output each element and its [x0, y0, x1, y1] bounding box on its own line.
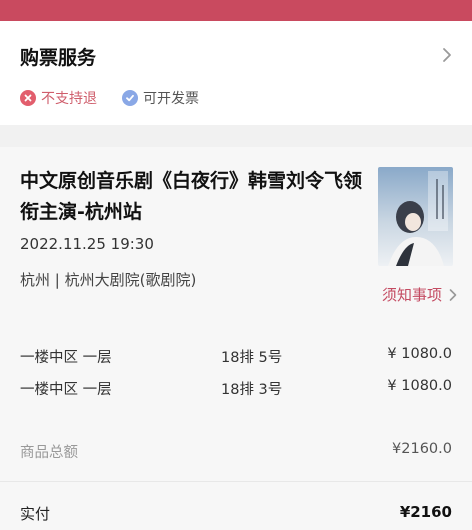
refund-policy-tag: 不支持退	[20, 88, 97, 108]
ticket-seat: 18排 5号	[221, 350, 283, 366]
check-circle-icon	[122, 90, 138, 106]
refund-policy-label: 不支持退	[41, 91, 97, 107]
invoice-tag: 可开发票	[122, 88, 199, 108]
ticket-service-section[interactable]: 购票服务 不支持退 可开发票	[0, 21, 472, 125]
chevron-right-icon	[449, 288, 457, 301]
paid-value: ¥2160	[399, 503, 452, 521]
ticket-row: 一楼中区 一层 18排 5号 ¥ 1080.0	[20, 346, 452, 368]
show-datetime: 2022.11.25 19:30	[20, 235, 154, 253]
subtotal-value: ¥2160.0	[392, 441, 452, 457]
show-title[interactable]: 中文原创音乐剧《白夜行》韩雪刘令飞领衔主演-杭州站	[20, 166, 365, 228]
paid-label: 实付	[20, 505, 51, 523]
subtotal-label: 商品总额	[20, 445, 78, 461]
subtotal-row: 商品总额 ¥2160.0	[20, 441, 452, 463]
chevron-right-icon[interactable]	[438, 46, 456, 64]
show-poster-image[interactable]	[378, 167, 453, 266]
paid-row: 实付 ¥2160	[20, 503, 452, 525]
section-divider	[0, 125, 472, 147]
notice-label: 须知事项	[381, 286, 442, 304]
invoice-label: 可开发票	[143, 91, 199, 107]
ticket-seat: 18排 3号	[221, 382, 283, 398]
ticket-area: 一楼中区 一层	[20, 382, 112, 398]
notice-link[interactable]: 须知事项	[382, 284, 458, 305]
divider	[0, 481, 472, 482]
ticket-row: 一楼中区 一层 18排 3号 ¥ 1080.0	[20, 378, 452, 400]
ticket-price: ¥ 1080.0	[387, 346, 452, 362]
x-circle-icon	[20, 90, 36, 106]
header-bar	[0, 0, 472, 21]
show-venue: 杭州 | 杭州大剧院(歌剧院)	[20, 271, 197, 289]
service-title: 购票服务	[20, 47, 97, 69]
ticket-price: ¥ 1080.0	[387, 378, 452, 394]
order-card: 中文原创音乐剧《白夜行》韩雪刘令飞领衔主演-杭州站 2022.11.25 19:…	[0, 147, 472, 530]
ticket-area: 一楼中区 一层	[20, 350, 112, 366]
